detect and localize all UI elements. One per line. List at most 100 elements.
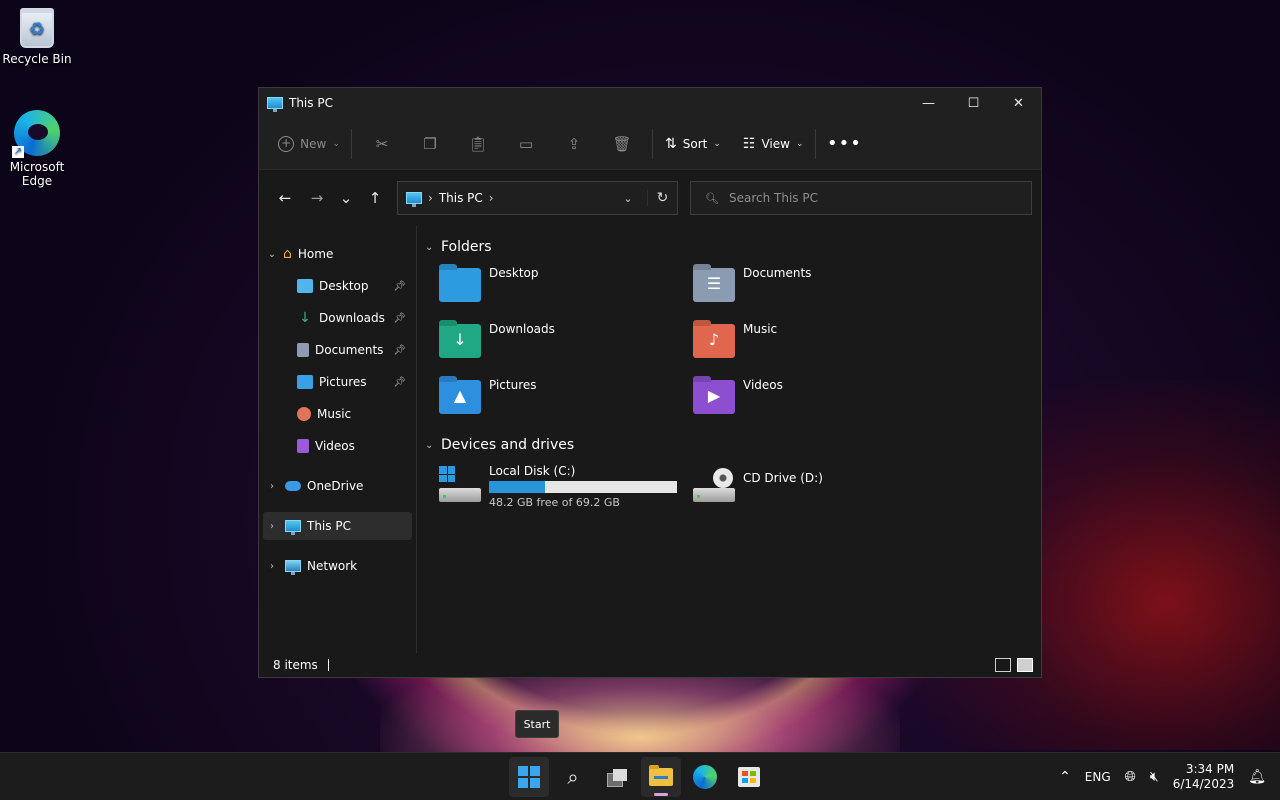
windows-logo-icon	[439, 466, 455, 482]
window-title: This PC	[289, 96, 333, 110]
close-button[interactable]: ✕	[996, 88, 1041, 118]
minimize-button[interactable]: —	[906, 88, 951, 118]
up-button[interactable]: ↑	[359, 183, 391, 213]
cut-button[interactable]: ✂	[358, 128, 406, 160]
breadcrumb-this-pc[interactable]: This PC	[439, 191, 483, 205]
desktop-icon-edge[interactable]: ↗ Microsoft Edge	[0, 110, 74, 188]
drive-tile-d[interactable]: CD Drive (D:)	[693, 464, 947, 509]
desktop-icon-label: Microsoft Edge	[9, 160, 65, 188]
rename-button[interactable]: ▭	[502, 128, 550, 160]
plus-icon: +	[278, 135, 295, 152]
view-icon: ☷	[742, 135, 756, 152]
drives-section-header[interactable]: ⌄ Devices and drives	[425, 432, 1041, 458]
section-title: Devices and drives	[441, 437, 575, 453]
pictures-icon	[297, 375, 313, 389]
sidebar-item-home[interactable]: ⌄ ⌂ Home	[263, 240, 412, 268]
sidebar-item-label: OneDrive	[307, 479, 364, 493]
toolbar-divider	[815, 128, 817, 159]
drive-tile-c[interactable]: Local Disk (C:) 48.2 GB free of 69.2 GB	[439, 464, 693, 509]
chevron-right-icon[interactable]: ›	[263, 481, 281, 492]
chevron-up-icon[interactable]: ⌃	[1059, 769, 1071, 785]
chevron-right-icon[interactable]: ›	[489, 191, 494, 205]
chevron-down-icon: ⌄	[795, 138, 804, 149]
this-pc-icon	[285, 520, 301, 535]
desktop-icon-recycle-bin[interactable]: Recycle Bin	[0, 8, 74, 66]
search-icon: 🔍︎	[705, 191, 719, 205]
folder-tile-downloads[interactable]: ↓ Downloads	[439, 320, 693, 364]
drive-label: CD Drive (D:)	[743, 471, 823, 485]
sidebar-item-label: This PC	[307, 519, 351, 533]
file-explorer-taskbar-button[interactable]	[641, 757, 681, 797]
sidebar-item-documents[interactable]: Documents 📌︎	[263, 336, 412, 364]
folder-tile-pictures[interactable]: ▲ Pictures	[439, 376, 693, 420]
clock-date: 6/14/2023	[1172, 777, 1235, 791]
sidebar-item-desktop[interactable]: Desktop 📌︎	[263, 272, 412, 300]
edge-taskbar-button[interactable]	[685, 757, 725, 797]
new-label: New	[300, 136, 327, 151]
rename-icon: ▭	[518, 134, 534, 153]
sidebar-item-onedrive[interactable]: › OneDrive	[263, 472, 412, 500]
sidebar-item-label: Music	[317, 407, 352, 421]
back-button[interactable]: ←	[269, 183, 301, 213]
view-button[interactable]: ☷ View ⌄	[737, 128, 810, 160]
local-disk-icon	[439, 466, 481, 502]
folder-label: Videos	[743, 378, 783, 392]
sidebar-item-videos[interactable]: Videos	[263, 432, 412, 460]
start-button[interactable]	[509, 757, 549, 797]
search-input[interactable]	[728, 191, 1009, 205]
sidebar-item-pictures[interactable]: Pictures 📌︎	[263, 368, 412, 396]
videos-folder-icon: ▶	[693, 380, 735, 414]
volume-muted-icon[interactable]: 🔇︎	[1150, 769, 1159, 785]
language-indicator[interactable]: ENG	[1085, 770, 1111, 784]
store-taskbar-button[interactable]	[729, 757, 769, 797]
taskbar-search-button[interactable]: ⌕	[553, 757, 593, 797]
sidebar-item-network[interactable]: › Network	[263, 552, 412, 580]
address-dropdown-button[interactable]: ⌄	[615, 192, 641, 205]
copy-button[interactable]: ❐	[406, 128, 454, 160]
folder-tile-documents[interactable]: ☰ Documents	[693, 264, 947, 308]
see-more-button[interactable]: •••	[822, 128, 866, 160]
pin-icon: 📌︎	[393, 312, 406, 324]
sidebar-item-this-pc[interactable]: › This PC	[263, 512, 412, 540]
desktop-folder-icon	[297, 279, 313, 293]
chevron-right-icon[interactable]: ›	[263, 561, 281, 572]
paste-button[interactable]: 📋︎	[454, 128, 502, 160]
folder-tile-music[interactable]: ♪ Music	[693, 320, 947, 364]
task-view-button[interactable]	[597, 757, 637, 797]
sort-button[interactable]: ⇅ Sort ⌄	[659, 128, 727, 160]
share-button[interactable]: ⇪	[550, 128, 598, 160]
delete-button[interactable]: 🗑︎	[598, 128, 646, 160]
maximize-button[interactable]: ☐	[951, 88, 996, 118]
globe-icon[interactable]: 🌐︎	[1125, 769, 1136, 785]
copy-icon: ❐	[423, 134, 437, 153]
recent-locations-button[interactable]: ⌄	[333, 183, 359, 213]
chevron-right-icon[interactable]: ›	[263, 521, 281, 532]
title-bar[interactable]: This PC — ☐ ✕	[259, 88, 1041, 118]
chevron-down-icon[interactable]: ⌄	[263, 249, 281, 260]
search-box[interactable]: 🔍︎	[690, 181, 1032, 215]
refresh-button[interactable]: ↻	[647, 190, 677, 206]
tiles-view-button[interactable]	[1017, 658, 1033, 672]
music-folder-icon: ♪	[693, 324, 735, 358]
folder-tile-videos[interactable]: ▶ Videos	[693, 376, 947, 420]
sidebar-item-label: Desktop	[319, 279, 369, 293]
sidebar-item-label: Downloads	[319, 311, 385, 325]
new-button[interactable]: + New ⌄	[273, 128, 345, 160]
notification-icon[interactable]: 🔔︎	[1248, 769, 1266, 785]
pin-icon: 📌︎	[393, 344, 406, 356]
folders-section-header[interactable]: ⌄ Folders	[425, 234, 1041, 260]
taskbar: ⌕ ⌃ ENG 🌐︎ 🔇︎ 3:34 PM 6/14/2023 🔔︎	[0, 752, 1280, 800]
toolbar-divider	[652, 128, 653, 159]
downloads-folder-icon: ↓	[439, 324, 481, 358]
folder-label: Pictures	[489, 378, 537, 392]
folder-label: Downloads	[489, 322, 555, 336]
forward-button[interactable]: →	[301, 183, 333, 213]
address-bar[interactable]: › This PC › ⌄ ↻	[397, 181, 678, 215]
document-icon	[297, 343, 309, 357]
sidebar-item-label: Documents	[315, 343, 384, 357]
sidebar-item-downloads[interactable]: ↓ Downloads 📌︎	[263, 304, 412, 332]
sidebar-item-music[interactable]: Music	[263, 400, 412, 428]
details-view-button[interactable]	[995, 658, 1011, 672]
clock[interactable]: 3:34 PM 6/14/2023	[1173, 762, 1235, 792]
folder-tile-desktop[interactable]: Desktop	[439, 264, 693, 308]
